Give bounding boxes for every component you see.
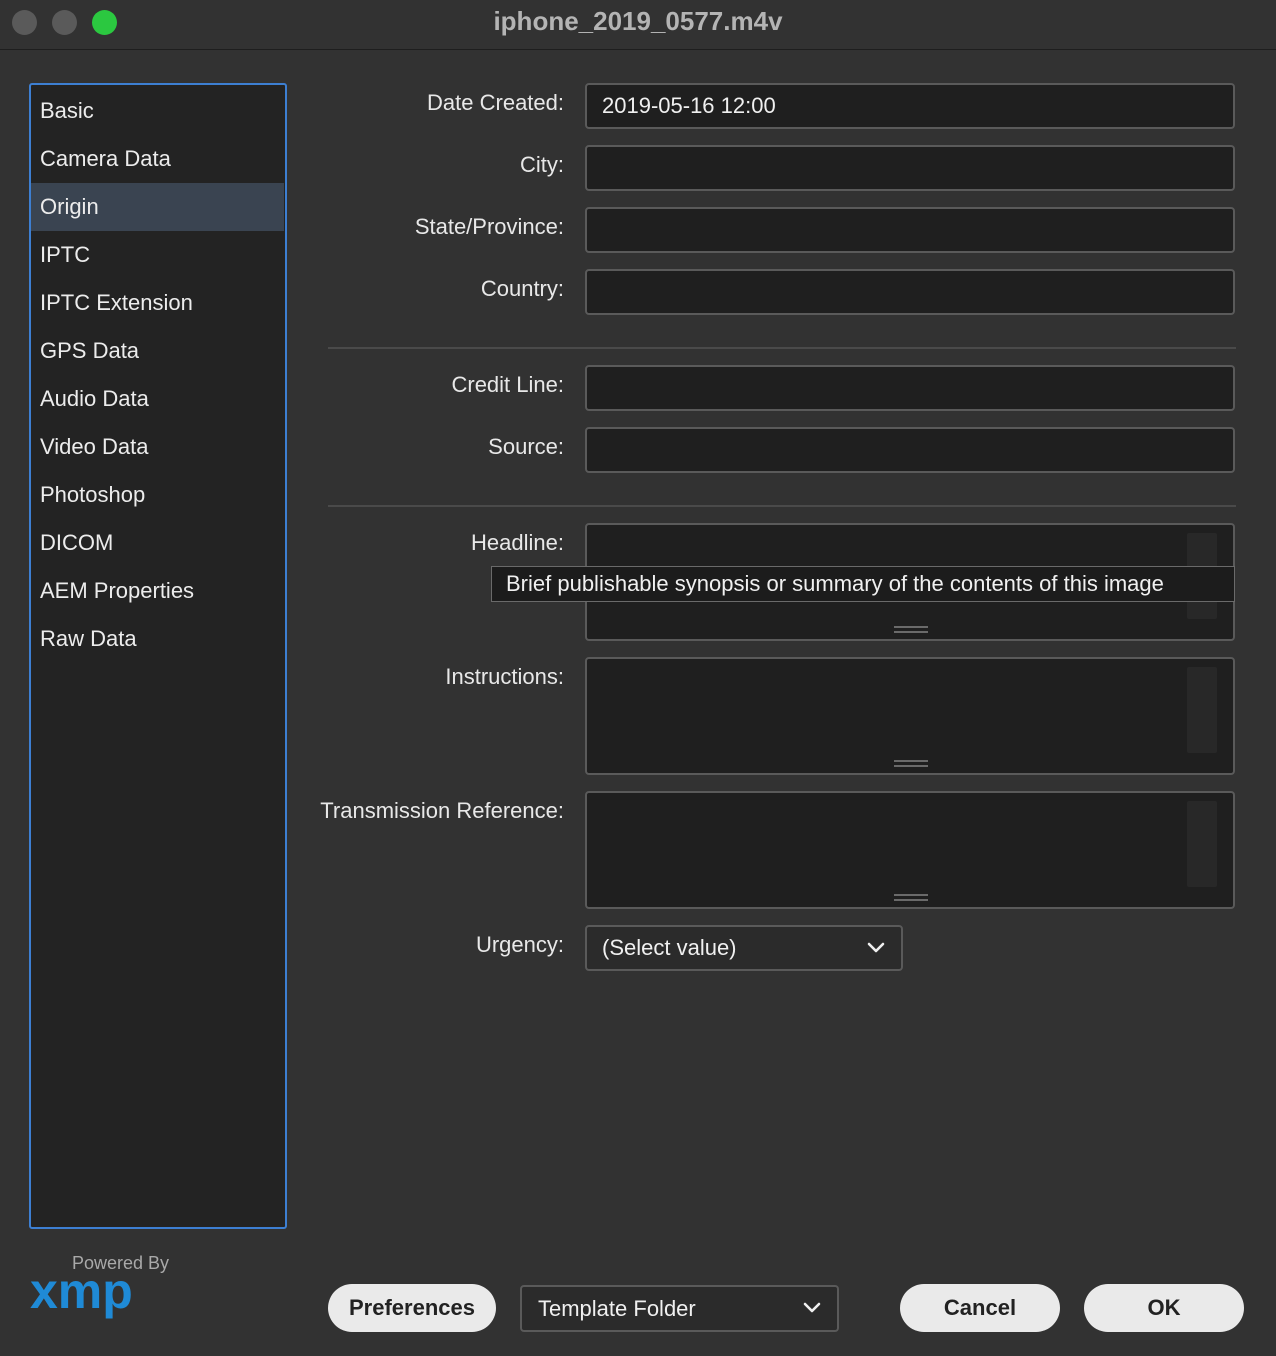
country-field[interactable] xyxy=(585,269,1235,315)
urgency-label: Urgency: xyxy=(475,932,564,957)
source-field[interactable] xyxy=(585,427,1235,473)
resize-grip-icon[interactable] xyxy=(894,626,928,633)
sidebar-item-aem-properties[interactable]: AEM Properties xyxy=(31,567,285,615)
powered-by-label: Powered By xyxy=(72,1253,170,1273)
instructions-label: Instructions: xyxy=(445,664,564,689)
sidebar-item-gps-data[interactable]: GPS Data xyxy=(31,327,285,375)
sidebar-item-iptc[interactable]: IPTC xyxy=(31,231,285,279)
urgency-select[interactable]: (Select value) xyxy=(585,925,903,971)
sidebar-item-photoshop[interactable]: Photoshop xyxy=(31,471,285,519)
city-field[interactable] xyxy=(585,145,1235,191)
state-province-field[interactable] xyxy=(585,207,1235,253)
template-folder-dropdown[interactable]: Template Folder xyxy=(520,1285,839,1332)
xmp-logo-text: xmp xyxy=(30,1272,133,1319)
preferences-button[interactable]: Preferences xyxy=(328,1284,496,1332)
ok-button[interactable]: OK xyxy=(1084,1284,1244,1332)
window-title: iphone_2019_0577.m4v xyxy=(493,6,783,36)
source-label: Source: xyxy=(488,434,564,459)
resize-grip-icon[interactable] xyxy=(894,760,928,767)
category-list: Basic Camera Data Origin IPTC IPTC Exten… xyxy=(29,83,287,1229)
chevron-down-icon xyxy=(803,1302,821,1313)
credit-line-label: Credit Line: xyxy=(451,372,564,397)
transmission-reference-textarea[interactable] xyxy=(585,791,1235,909)
section-divider xyxy=(328,347,1236,349)
sidebar-item-raw-data[interactable]: Raw Data xyxy=(31,615,285,663)
urgency-select-value: (Select value) xyxy=(602,935,737,960)
headline-label: Headline: xyxy=(471,530,564,555)
title-bar: iphone_2019_0577.m4v xyxy=(0,0,1276,50)
country-label: Country: xyxy=(480,276,564,301)
sidebar-item-audio-data[interactable]: Audio Data xyxy=(31,375,285,423)
sidebar-item-video-data[interactable]: Video Data xyxy=(31,423,285,471)
template-folder-label: Template Folder xyxy=(538,1296,696,1321)
credit-line-field[interactable] xyxy=(585,365,1235,411)
date-created-field[interactable]: 2019-05-16 12:00 xyxy=(585,83,1235,129)
transmission-reference-scrollbar[interactable] xyxy=(1187,801,1217,887)
headline-tooltip: Brief publishable synopsis or summary of… xyxy=(491,566,1235,602)
date-created-label: Date Created: xyxy=(427,90,564,115)
cancel-button[interactable]: Cancel xyxy=(900,1284,1060,1332)
sidebar-item-origin[interactable]: Origin xyxy=(31,183,284,231)
chevron-down-icon xyxy=(867,942,885,953)
transmission-reference-label: Transmission Reference: xyxy=(320,798,564,823)
sidebar-item-iptc-extension[interactable]: IPTC Extension xyxy=(31,279,285,327)
metadata-dialog: iphone_2019_0577.m4v Basic Camera Data O… xyxy=(0,0,1276,1356)
instructions-textarea[interactable] xyxy=(585,657,1235,775)
resize-grip-icon[interactable] xyxy=(894,894,928,901)
sidebar-item-basic[interactable]: Basic xyxy=(31,87,285,135)
sidebar-item-dicom[interactable]: DICOM xyxy=(31,519,285,567)
city-label: City: xyxy=(520,152,564,177)
sidebar-item-camera-data[interactable]: Camera Data xyxy=(31,135,285,183)
state-province-label: State/Province: xyxy=(414,214,564,239)
instructions-scrollbar[interactable] xyxy=(1187,667,1217,753)
xmp-logo: xmp xyxy=(30,1272,133,1319)
section-divider xyxy=(328,505,1236,507)
